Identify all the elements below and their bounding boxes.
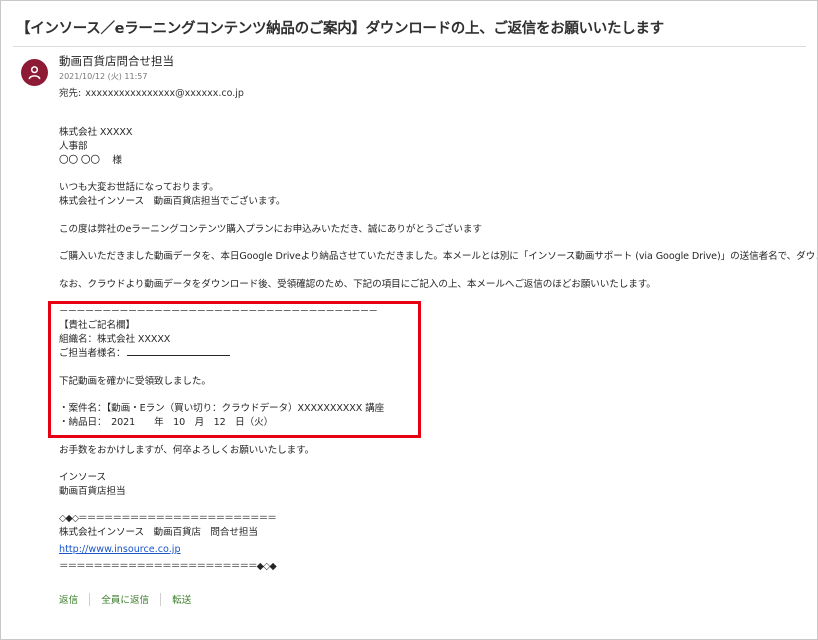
body-closing: お手数をおかけしますが、何卒よろしくお願いいたします。 xyxy=(59,445,315,456)
body-paragraph-3: なお、クラウドより動画データをダウンロード後、受領確認のため、下記の項目にご記入… xyxy=(59,279,656,290)
signature-contact: 株式会社インソース 動画百貨店 問合せ担当 xyxy=(59,527,258,538)
email-reading-pane: 【インソース／eラーニングコンテンツ納品のご案内】ダウンロードの上、ご返信をお願… xyxy=(0,0,818,640)
reply-button[interactable]: 返信 xyxy=(59,592,78,606)
body-company: 株式会社 XXXXX xyxy=(59,127,133,138)
sent-date: 2021/10/12 (火) 11:57 xyxy=(59,72,148,81)
body-recipient-name: 〇〇 〇〇 様 xyxy=(59,155,122,166)
recipient-line: 宛先: xxxxxxxxxxxxxxxx@xxxxxx.co.jp xyxy=(59,85,248,99)
signature-url-link[interactable]: http://www.insource.co.jp xyxy=(59,544,181,555)
header-divider xyxy=(13,46,806,47)
signature-team: 動画百貨店担当 xyxy=(59,486,126,497)
forward-button[interactable]: 転送 xyxy=(172,592,191,606)
body-paragraph-2: ご購入いただきました動画データを、本日Google Driveより納品させていた… xyxy=(59,251,817,262)
signature-company: インソース xyxy=(59,472,106,483)
body-greeting-1: いつも大変お世話になっております。 xyxy=(59,182,219,193)
action-separator xyxy=(89,592,91,606)
body-paragraph-1: この度は弊社のeラーニングコンテンツ購入プランにお申込みいただき、誠にありがとう… xyxy=(59,224,482,235)
sender-name[interactable]: 動画百貨店問合せ担当 xyxy=(59,53,174,69)
highlight-box xyxy=(48,301,421,438)
signature-bottom-rule: ＝＝＝＝＝＝＝＝＝＝＝＝＝＝＝＝＝＝＝＝＝＝＝◆◇◆ xyxy=(59,561,277,572)
email-subject: 【インソース／eラーニングコンテンツ納品のご案内】ダウンロードの上、ご返信をお願… xyxy=(16,21,664,37)
signature-top-rule: ◇◆◇＝＝＝＝＝＝＝＝＝＝＝＝＝＝＝＝＝＝＝＝＝＝＝ xyxy=(59,513,277,524)
body-greeting-2: 株式会社インソース 動画百貨店担当でございます。 xyxy=(59,196,286,207)
person-icon xyxy=(28,66,41,80)
sender-avatar[interactable] xyxy=(21,59,48,86)
body-dept: 人事部 xyxy=(59,141,88,152)
action-separator xyxy=(160,592,162,606)
to-address[interactable]: xxxxxxxxxxxxxxxx@xxxxxx.co.jp xyxy=(85,88,244,99)
reply-all-button[interactable]: 全員に返信 xyxy=(101,592,149,606)
reply-actions: 返信 全員に返信 転送 xyxy=(59,592,191,606)
to-label: 宛先: xyxy=(59,88,82,99)
